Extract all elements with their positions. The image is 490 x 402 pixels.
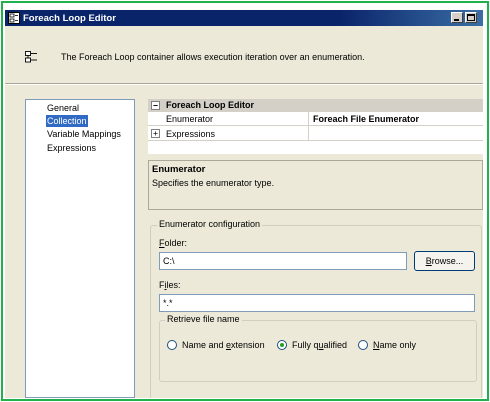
- property-value[interactable]: Foreach File Enumerator: [313, 114, 419, 124]
- property-name: Enumerator: [166, 114, 214, 124]
- app-icon: [8, 12, 20, 24]
- nav-item-expressions[interactable]: Expressions: [46, 142, 97, 154]
- foreach-loop-editor-window: Foreach Loop Editor The Foreach Loop con…: [5, 10, 483, 398]
- files-label-rest: les:: [166, 280, 181, 290]
- property-row-enumerator[interactable]: Enumerator Foreach File Enumerator: [148, 112, 483, 126]
- minimize-button[interactable]: [451, 12, 463, 23]
- property-description-panel: Enumerator Specifies the enumerator type…: [148, 160, 483, 210]
- folder-label: Folder:: [159, 238, 187, 248]
- files-label: Files:: [159, 280, 181, 290]
- folder-input[interactable]: C:\: [159, 252, 407, 270]
- radio-selected-icon: [277, 340, 287, 350]
- property-category-label: Foreach Loop Editor: [166, 100, 255, 110]
- grid-column-divider: [308, 112, 309, 141]
- property-grid: − Foreach Loop Editor Enumerator Foreach…: [148, 99, 483, 154]
- nav-item-collection[interactable]: Collection: [46, 115, 88, 127]
- radio-name-only[interactable]: Name only: [358, 340, 416, 350]
- retrieve-file-name-group: [159, 320, 477, 382]
- nav-item-general[interactable]: General: [46, 102, 80, 114]
- header-separator: [5, 83, 483, 85]
- retrieve-file-name-label: Retrieve file name: [165, 314, 242, 324]
- folder-label-rest: older:: [164, 238, 188, 248]
- header-description: The Foreach Loop container allows execut…: [61, 52, 365, 62]
- nav-item-variable-mappings[interactable]: Variable Mappings: [46, 128, 122, 140]
- radio-label: Fully qualified: [292, 340, 347, 350]
- radio-name-and-extension[interactable]: Name and extension: [167, 340, 265, 350]
- radio-label-post: ame only: [379, 340, 417, 350]
- radio-icon: [167, 340, 177, 350]
- radio-icon: [358, 340, 368, 350]
- property-category-row[interactable]: − Foreach Loop Editor: [148, 99, 483, 112]
- collapse-icon[interactable]: −: [151, 101, 160, 110]
- title-bar[interactable]: Foreach Loop Editor: [5, 10, 483, 26]
- maximize-icon: [467, 14, 475, 21]
- property-name: Expressions: [166, 129, 216, 139]
- radio-label-pre: Fully q: [292, 340, 319, 350]
- files-input[interactable]: *.*: [159, 294, 475, 312]
- enumerator-configuration: Enumerator configuration Folder: C:\ Bro…: [148, 218, 483, 398]
- dialog-header: The Foreach Loop container allows execut…: [5, 26, 483, 83]
- minimize-icon: [454, 19, 459, 21]
- page-navigation-list: General Collection Variable Mappings Exp…: [25, 99, 135, 398]
- radio-label-post: alified: [323, 340, 348, 350]
- window-title: Foreach Loop Editor: [23, 12, 116, 24]
- radio-label-pre: Name and: [182, 340, 227, 350]
- radio-label: Name only: [373, 340, 416, 350]
- browse-label-rest: rowse...: [431, 256, 464, 266]
- radio-label: Name and extension: [182, 340, 265, 350]
- property-row-expressions[interactable]: + Expressions: [148, 127, 483, 141]
- description-text: Specifies the enumerator type.: [152, 178, 275, 188]
- browse-button[interactable]: Browse...: [414, 251, 475, 271]
- radio-fully-qualified[interactable]: Fully qualified: [277, 340, 347, 350]
- description-title: Enumerator: [152, 164, 206, 175]
- enumerator-config-label: Enumerator configuration: [157, 219, 263, 229]
- maximize-button[interactable]: [465, 12, 477, 23]
- expand-icon[interactable]: +: [151, 129, 160, 138]
- radio-label-post: xtension: [231, 340, 265, 350]
- foreach-loop-icon: [25, 51, 39, 65]
